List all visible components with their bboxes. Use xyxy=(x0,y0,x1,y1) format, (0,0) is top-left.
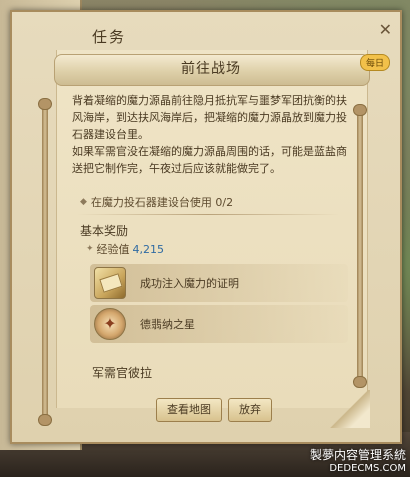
npc-name: 军需官彼拉 xyxy=(92,366,153,380)
scroll-up-knob[interactable] xyxy=(38,98,52,110)
description-paragraph: 如果军需官没在凝缩的魔力源晶周围的话，可能是蓝盐商送把它制作完，午夜过后应该就能… xyxy=(72,145,347,175)
scroll-up-knob[interactable] xyxy=(353,104,367,116)
scroll-icon[interactable] xyxy=(94,267,126,299)
daily-badge: 每日 xyxy=(359,54,390,71)
left-scrollbar-track[interactable] xyxy=(42,106,48,418)
right-scrollbar-track[interactable] xyxy=(357,112,363,380)
section-divider xyxy=(76,214,340,215)
abandon-button[interactable]: 放弃 xyxy=(228,398,272,422)
reward-label: 成功注入魔力的证明 xyxy=(140,277,239,290)
reward-item[interactable]: 成功注入魔力的证明 xyxy=(90,264,348,302)
reward-item[interactable]: 德翡纳之星 xyxy=(90,305,348,343)
reward-title: 基本奖励 xyxy=(80,224,129,238)
watermark-line: DEDECMS.COM xyxy=(329,463,406,474)
scroll-down-knob[interactable] xyxy=(38,414,52,426)
scroll-page-curl xyxy=(330,390,370,428)
star-icon[interactable] xyxy=(94,308,126,340)
reward-label: 德翡纳之星 xyxy=(140,318,195,331)
bullet-icon: ◆ xyxy=(80,197,87,207)
view-map-button[interactable]: 查看地图 xyxy=(156,398,222,422)
objective-text: 在魔力投石器建设台使用 0/2 xyxy=(90,196,234,209)
exp-value: 4,215 xyxy=(132,242,165,256)
watermark-line: 製夢内容管理系統 xyxy=(309,448,406,462)
quest-objective: ◆ 在魔力投石器建设台使用 0/2 xyxy=(80,194,233,210)
quest-description: 背着凝缩的魔力源晶前往隐月抵抗军与噩梦军团抗衡的扶风海岸，到达扶风海岸后，把凝缩… xyxy=(72,92,350,177)
exp-label: 经验值 xyxy=(96,243,130,256)
description-paragraph: 背着凝缩的魔力源晶前往隐月抵抗军与噩梦军团抗衡的扶风海岸，到达扶风海岸后，把凝缩… xyxy=(72,94,347,141)
scroll-down-knob[interactable] xyxy=(353,376,367,388)
site-watermark: 製夢内容管理系統 DEDECMS.COM xyxy=(310,446,406,474)
quest-name: 前往战场 xyxy=(181,61,241,77)
exp-reward: ✦ 经验值 4,215 xyxy=(86,241,164,257)
window-title: 任务 xyxy=(92,28,127,46)
exp-icon: ✦ xyxy=(86,244,94,254)
close-icon[interactable]: ✕ xyxy=(379,22,392,38)
